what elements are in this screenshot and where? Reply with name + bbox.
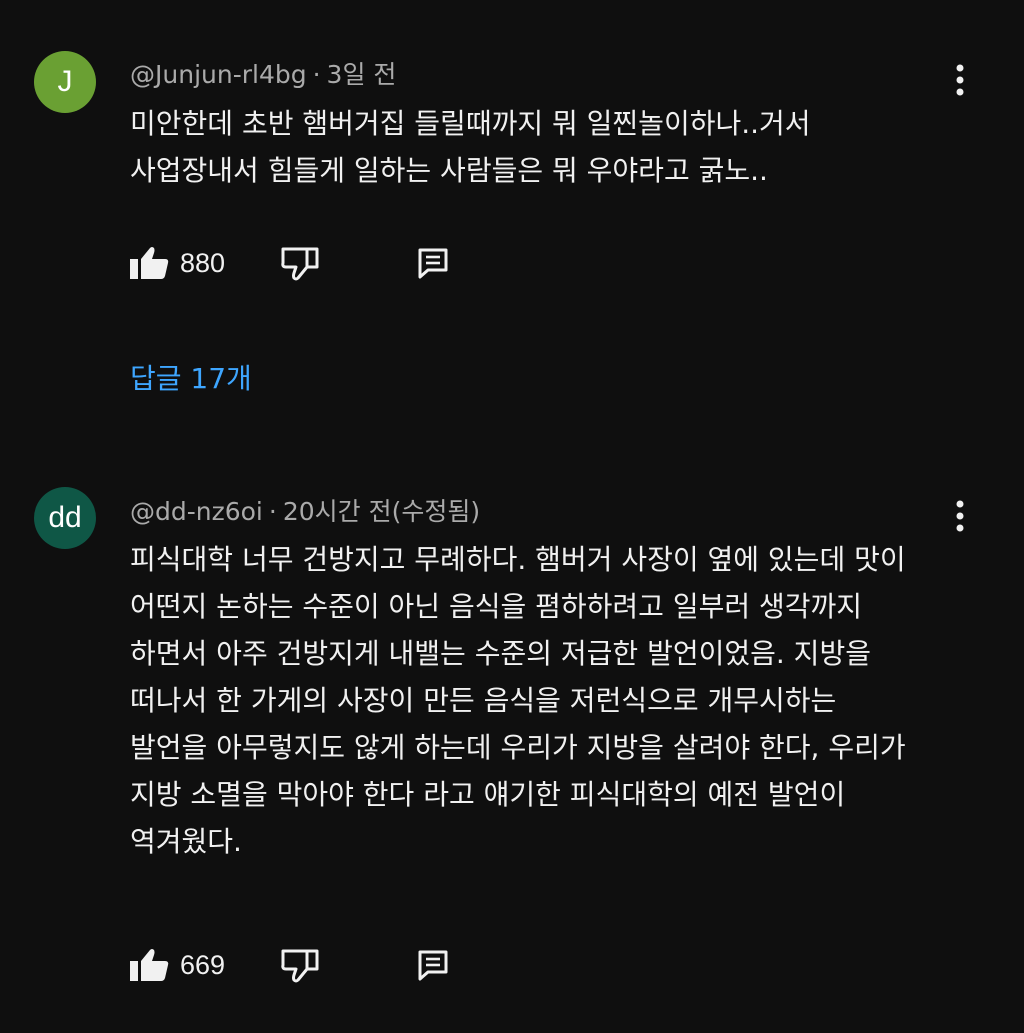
more-options-button[interactable] — [946, 496, 974, 536]
thumbs-up-icon — [130, 247, 169, 279]
more-vert-icon — [956, 500, 964, 532]
meta-separator: · — [312, 60, 321, 89]
comment-line: 하면서 아주 건방지게 내밸는 수준의 저급한 발언이었음. 지방을 — [130, 637, 871, 670]
timestamp[interactable]: 20시간 전(수정됨) — [283, 497, 480, 526]
comment-line: 떠나서 한 가게의 사장이 만든 음식을 저런식으로 개무시하는 — [130, 684, 837, 717]
avatar-letter: dd — [48, 501, 82, 534]
comment-line: 지방 소멸을 막아야 한다 라고 얘기한 피식대학의 예전 발언이 — [130, 778, 846, 811]
avatar-letter: J — [57, 65, 73, 98]
comment-text: 피식대학 너무 건방지고 무례하다. 햄버거 사장이 옆에 있는데 맛이 어떤지… — [130, 536, 970, 865]
comment-line: 역겨웠다. — [130, 825, 242, 858]
timestamp[interactable]: 3일 전 — [327, 60, 397, 89]
comment-line: 미안한데 초반 햄버거집 들릴때까지 뭐 일찐놀이하나..거서 — [130, 107, 811, 140]
comment-actions: 880 — [128, 240, 528, 286]
view-replies-link[interactable]: 답글 17개 — [130, 357, 252, 397]
thumbs-up-icon — [130, 949, 169, 981]
author-name[interactable]: @Junjun-rl4bg — [130, 60, 307, 89]
like-count: 669 — [180, 949, 226, 980]
more-options-button[interactable] — [946, 60, 974, 100]
reply-button[interactable] — [416, 942, 450, 988]
thumbs-down-icon — [281, 247, 319, 281]
comment-line: 사업장내서 힘들게 일하는 사람들은 뭐 우야라고 굵노.. — [130, 154, 768, 187]
avatar[interactable]: dd — [34, 487, 96, 549]
avatar[interactable]: J — [34, 51, 96, 113]
reply-button[interactable] — [416, 240, 450, 286]
comment-line: 어떤지 논하는 수준이 아닌 음식을 폄하하려고 일부러 생각까지 — [130, 590, 863, 623]
like-count: 880 — [180, 247, 226, 278]
like-button[interactable]: 880 — [128, 240, 225, 286]
author-name[interactable]: @dd-nz6oi — [130, 497, 263, 526]
comment-meta: @dd-nz6oi · 20시간 전(수정됨) — [130, 492, 480, 528]
comment-line: 발언을 아무렇지도 않게 하는데 우리가 지방을 살려야 한다, 우리가 — [130, 731, 906, 764]
comment-text: 미안한데 초반 햄버거집 들릴때까지 뭐 일찐놀이하나..거서 사업장내서 힘들… — [130, 100, 970, 194]
comment-meta: @Junjun-rl4bg · 3일 전 — [130, 55, 396, 91]
comment-icon — [418, 248, 448, 279]
dislike-button[interactable] — [280, 240, 320, 286]
comment-actions: 669 — [128, 942, 528, 988]
dislike-button[interactable] — [280, 942, 320, 988]
comment-icon — [418, 950, 448, 981]
comment-line: 피식대학 너무 건방지고 무례하다. 햄버거 사장이 옆에 있는데 맛이 — [130, 543, 906, 576]
meta-separator: · — [268, 497, 277, 526]
thumbs-down-icon — [281, 949, 319, 983]
like-button[interactable]: 669 — [128, 942, 225, 988]
more-vert-icon — [956, 64, 964, 96]
